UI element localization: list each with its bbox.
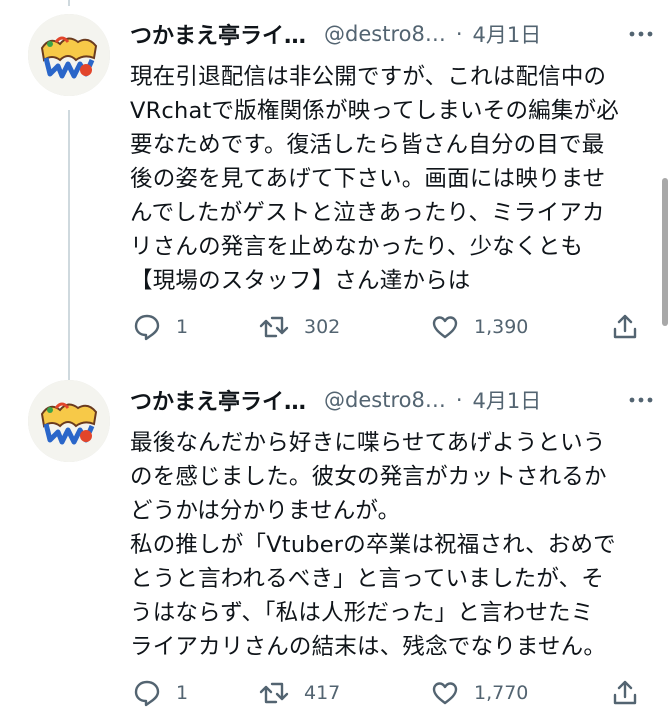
tweet-text-line: 後の姿を見てあげて下さい。画面には映りませ bbox=[130, 166, 606, 192]
tweet[interactable]: つかまえ亭ライ… @destro8… · 4月1日 最後なんだから好きに喋らせて… bbox=[0, 380, 670, 725]
separator-dot: · bbox=[455, 388, 463, 412]
retweet-count: 302 bbox=[304, 316, 341, 338]
tweet-text-line: んでしたがゲストと泣きあったり、ミライアカ bbox=[130, 200, 605, 226]
retweet-count: 417 bbox=[304, 682, 341, 704]
reply-icon bbox=[132, 678, 162, 708]
like-count: 1,770 bbox=[474, 682, 529, 704]
share-button[interactable] bbox=[610, 676, 640, 710]
user-handle[interactable]: @destro8… bbox=[324, 22, 446, 46]
like-count: 1,390 bbox=[474, 316, 529, 338]
display-name[interactable]: つかまえ亭ライ… bbox=[130, 384, 306, 416]
tweet-text: 現在引退配信は非公開ですが、これは配信中の VRchatで版権関係が映ってしまい… bbox=[130, 60, 662, 298]
action-bar: 1 417 1,770 bbox=[130, 676, 640, 710]
tweet-header: つかまえ亭ライ… @destro8… · 4月1日 bbox=[130, 380, 670, 420]
separator-dot: · bbox=[455, 22, 463, 46]
avatar[interactable] bbox=[28, 380, 110, 462]
share-icon bbox=[610, 678, 640, 708]
more-icon[interactable] bbox=[626, 19, 656, 49]
action-bar: 1 302 1,390 bbox=[130, 310, 640, 344]
share-icon bbox=[610, 312, 640, 342]
tweet-text-line: 私の推しが「Vtuberの卒業は祝福され、おめで bbox=[130, 532, 616, 558]
timestamp[interactable]: 4月1日 bbox=[473, 385, 542, 415]
reply-count: 1 bbox=[176, 316, 189, 338]
reply-count: 1 bbox=[176, 682, 189, 704]
like-button[interactable]: 1,770 bbox=[430, 676, 528, 710]
reply-icon bbox=[132, 312, 162, 342]
like-icon bbox=[430, 312, 460, 342]
retweet-icon bbox=[258, 678, 290, 708]
retweet-icon bbox=[258, 312, 290, 342]
thread-line-top bbox=[68, 0, 70, 6]
tweet[interactable]: つかまえ亭ライ… @destro8… · 4月1日 現在引退配信は非公開ですが、… bbox=[0, 14, 670, 359]
tweet-header: つかまえ亭ライ… @destro8… · 4月1日 bbox=[130, 14, 670, 54]
tweet-text-line: 最後なんだから好きに喋らせてあげようという bbox=[130, 430, 606, 456]
scrollbar[interactable] bbox=[662, 178, 668, 326]
like-button[interactable]: 1,390 bbox=[430, 310, 528, 344]
reply-button[interactable]: 1 bbox=[132, 676, 188, 710]
tweet-text-line: とうと言われるべき」と言っていましたが、そ bbox=[130, 566, 605, 592]
timestamp[interactable]: 4月1日 bbox=[473, 19, 542, 49]
avatar[interactable] bbox=[28, 14, 110, 96]
share-button[interactable] bbox=[610, 310, 640, 344]
avatar-logo-image bbox=[28, 380, 110, 462]
user-handle[interactable]: @destro8… bbox=[324, 388, 446, 412]
tweet-text-line: 現在引退配信は非公開ですが、これは配信中の bbox=[130, 64, 607, 90]
tweet-text-line: どうかは分かりませんが。 bbox=[130, 498, 401, 524]
avatar-logo-image bbox=[28, 14, 110, 96]
tweet-text-line: リさんの発言を止めなかったり、少なくとも bbox=[130, 234, 584, 260]
tweet-text-line: 要なためです。復活したら皆さん自分の目で最 bbox=[130, 132, 605, 158]
retweet-button[interactable]: 417 bbox=[258, 676, 340, 710]
retweet-button[interactable]: 302 bbox=[258, 310, 340, 344]
tweet-text: 最後なんだから好きに喋らせてあげようという のを感じました。彼女の発言がカットさ… bbox=[130, 426, 662, 664]
tweet-text-line: VRchatで版権関係が映ってしまいその編集が必 bbox=[130, 98, 619, 124]
reply-button[interactable]: 1 bbox=[132, 310, 188, 344]
tweet-text-line: のを感じました。彼女の発言がカットされるか bbox=[130, 464, 607, 490]
more-icon[interactable] bbox=[626, 385, 656, 415]
tweet-text-line: うはならず、「私は人形だった」と言わせたミ bbox=[130, 600, 594, 626]
tweet-text-line: ライアカリさんの結末は、残念でなりません。 bbox=[130, 634, 607, 660]
like-icon bbox=[430, 678, 460, 708]
tweet-text-line: 【現場のスタッフ】さん達からは bbox=[130, 268, 471, 294]
display-name[interactable]: つかまえ亭ライ… bbox=[130, 18, 306, 50]
